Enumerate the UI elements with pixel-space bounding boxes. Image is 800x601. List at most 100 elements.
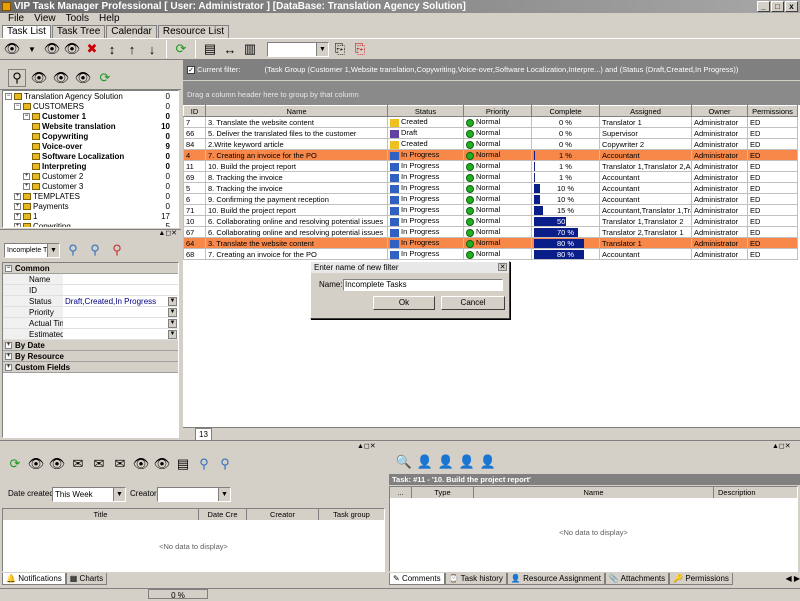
table-row[interactable]: 5 8. Tracking the invoice In Progress Norma… bbox=[183, 182, 798, 194]
notify-new-icon[interactable]: ✉ bbox=[69, 455, 87, 473]
column-header[interactable]: Permissions bbox=[747, 105, 798, 117]
filter-icon[interactable]: ⚲ bbox=[64, 241, 82, 259]
column-header[interactable]: Name bbox=[205, 105, 388, 117]
eye-icon[interactable]: 👁 bbox=[30, 69, 48, 87]
refresh-icon[interactable]: ⟳ bbox=[6, 455, 24, 473]
eye-delete-icon[interactable]: 👁 bbox=[74, 69, 92, 87]
filter-checkbox[interactable]: ✓ bbox=[187, 66, 195, 75]
creator-select[interactable]: ▼ bbox=[157, 487, 231, 502]
tab-task-history[interactable]: ⌚ Task history bbox=[444, 573, 507, 585]
fit-width-icon[interactable]: ↔ bbox=[221, 40, 239, 58]
table-row[interactable]: 6 9. Confirming the payment reception In P… bbox=[183, 193, 798, 205]
import-icon[interactable]: ⎘ bbox=[351, 40, 369, 58]
table-row[interactable]: 69 8. Tracking the invoice In Progress Norm… bbox=[183, 171, 798, 183]
user-edit-icon[interactable]: 👤 bbox=[458, 453, 476, 471]
col-description[interactable]: Description bbox=[714, 487, 797, 498]
property-value[interactable] bbox=[63, 274, 178, 284]
tab-notifications[interactable]: 🔔 Notifications bbox=[2, 573, 66, 585]
tree-node[interactable]: Interpreting 0 bbox=[3, 162, 178, 172]
eye-delete-icon[interactable]: 👁 bbox=[153, 455, 171, 473]
notify-forward-icon[interactable]: ✉ bbox=[111, 455, 129, 473]
ok-button[interactable]: Ok bbox=[373, 296, 435, 310]
move-up-icon[interactable]: ↑ bbox=[123, 40, 141, 58]
delete-task-icon[interactable]: ✖ bbox=[83, 40, 101, 58]
tabs-scroll[interactable]: ◀ ▶ bbox=[785, 573, 800, 585]
table-row[interactable]: 64 3. Translate the website content In Pro… bbox=[183, 237, 798, 249]
col-creator[interactable]: Creator bbox=[247, 509, 319, 520]
dialog-close-button[interactable]: ✕ bbox=[498, 263, 507, 271]
table-row[interactable]: 71 10. Build the project report In Progres… bbox=[183, 204, 798, 216]
table-row[interactable]: 4 7. Creating an invoice for the PO In Pro… bbox=[183, 149, 798, 161]
tree-node[interactable]: + Customer 2 0 bbox=[3, 172, 178, 182]
column-header[interactable]: Complete bbox=[531, 105, 600, 117]
property-value[interactable]: ▼ bbox=[63, 307, 178, 317]
filter-add-icon[interactable]: ⚲ bbox=[86, 241, 104, 259]
tab-permissions[interactable]: 🔑 Permissions bbox=[669, 573, 733, 585]
tree-node[interactable]: + Copwriting 5 bbox=[3, 222, 178, 227]
col-type[interactable]: Type bbox=[412, 487, 474, 498]
refresh-icon[interactable]: ⟳ bbox=[172, 40, 190, 58]
filter-icon[interactable]: ⚲ bbox=[216, 455, 234, 473]
group-by-panel[interactable]: Drag a column header here to group by th… bbox=[183, 81, 800, 105]
tree-node[interactable]: Software Localization 0 bbox=[3, 152, 178, 162]
user-add-icon[interactable]: 👤 bbox=[437, 453, 455, 471]
column-header[interactable]: Status bbox=[387, 105, 464, 117]
pane-controls-right[interactable]: ▲◻✕ bbox=[772, 442, 791, 450]
eye-icon[interactable]: 👁 bbox=[48, 455, 66, 473]
expand-icon[interactable]: + bbox=[14, 203, 21, 211]
tree-splitter[interactable]: ▲◻✕ bbox=[0, 229, 181, 237]
export-icon[interactable]: ⎘ bbox=[331, 40, 349, 58]
user-delete-icon[interactable]: 👤 bbox=[479, 453, 497, 471]
expand-icon[interactable]: + bbox=[14, 223, 21, 227]
tree-node[interactable]: + TEMPLATES 0 bbox=[3, 192, 178, 202]
table-row[interactable]: 68 7. Creating an invoice for the PO In Pr… bbox=[183, 248, 798, 260]
move-down-icon[interactable]: ↓ bbox=[143, 40, 161, 58]
property-group[interactable]: + Custom Fields bbox=[3, 362, 178, 373]
tab-resource-list[interactable]: Resource List bbox=[157, 25, 229, 38]
pane-controls-left[interactable]: ▲◻✕ bbox=[357, 442, 376, 450]
tree-node[interactable]: − Customer 1 0 bbox=[3, 112, 178, 122]
expand-icon[interactable]: − bbox=[14, 103, 21, 111]
print-icon[interactable]: ▤ bbox=[174, 455, 192, 473]
property-value[interactable]: ▼ bbox=[63, 318, 178, 328]
tree-node[interactable]: + Customer 3 0 bbox=[3, 182, 178, 192]
tree-node[interactable]: + Payments 0 bbox=[3, 202, 178, 212]
refresh-icon[interactable]: ⟳ bbox=[96, 69, 114, 87]
chevron-down-icon[interactable]: ▼ bbox=[168, 330, 177, 339]
property-group[interactable]: + By Resource bbox=[3, 351, 178, 362]
col-more[interactable]: ... bbox=[390, 487, 412, 498]
tree-node[interactable]: Voice-over 9 bbox=[3, 142, 178, 152]
date-created-select[interactable]: This Week ▼ bbox=[52, 487, 126, 502]
edit-task-icon[interactable]: 👁 bbox=[63, 40, 81, 58]
chevron-down-icon[interactable]: ▼ bbox=[168, 297, 177, 306]
expand-icon[interactable]: + bbox=[14, 193, 21, 201]
tree-node[interactable]: − Translation Agency Solution 0 bbox=[3, 92, 178, 102]
table-row[interactable]: 84 2.Write keyword article Created Normal 0 … bbox=[183, 138, 798, 150]
eye-check-icon[interactable]: 👁 bbox=[132, 455, 150, 473]
menu-file[interactable]: File bbox=[8, 13, 24, 25]
menu-tools[interactable]: Tools bbox=[66, 13, 89, 25]
col-title[interactable]: Title bbox=[3, 509, 199, 520]
property-value[interactable] bbox=[63, 285, 178, 295]
column-header[interactable]: ID bbox=[183, 105, 206, 117]
filter-delete-icon[interactable]: ⚲ bbox=[108, 241, 126, 259]
view-task-icon[interactable]: 👁 bbox=[3, 40, 21, 58]
dropdown-arrow-icon[interactable]: ▼ bbox=[23, 40, 41, 58]
tree-node[interactable]: +1 17 bbox=[3, 212, 178, 222]
property-group[interactable]: + By Date bbox=[3, 340, 178, 351]
table-row[interactable]: 66 5. Deliver the translated files to the… bbox=[183, 127, 798, 139]
eye-icon[interactable]: 👁 bbox=[27, 455, 45, 473]
tab-attachments[interactable]: 📎 Attachments bbox=[604, 573, 670, 585]
property-value[interactable]: Draft,Created,In Progress ▼ bbox=[63, 296, 178, 306]
tree-node[interactable]: Copywriting 0 bbox=[3, 132, 178, 142]
user-icon[interactable]: 👤 bbox=[416, 453, 434, 471]
filter-name-input[interactable]: Incomplete Tasks bbox=[343, 279, 503, 291]
maximize-button[interactable]: □ bbox=[771, 1, 784, 12]
expand-icon[interactable]: + bbox=[14, 213, 21, 221]
menu-view[interactable]: View bbox=[34, 13, 56, 25]
tree-node[interactable]: − CUSTOMERS 0 bbox=[3, 102, 178, 112]
tab-charts[interactable]: ▦ Charts bbox=[65, 573, 108, 585]
column-header[interactable]: Assigned bbox=[599, 105, 692, 117]
notify-edit-icon[interactable]: ✉ bbox=[90, 455, 108, 473]
tab-task-tree[interactable]: Task Tree bbox=[51, 25, 106, 38]
